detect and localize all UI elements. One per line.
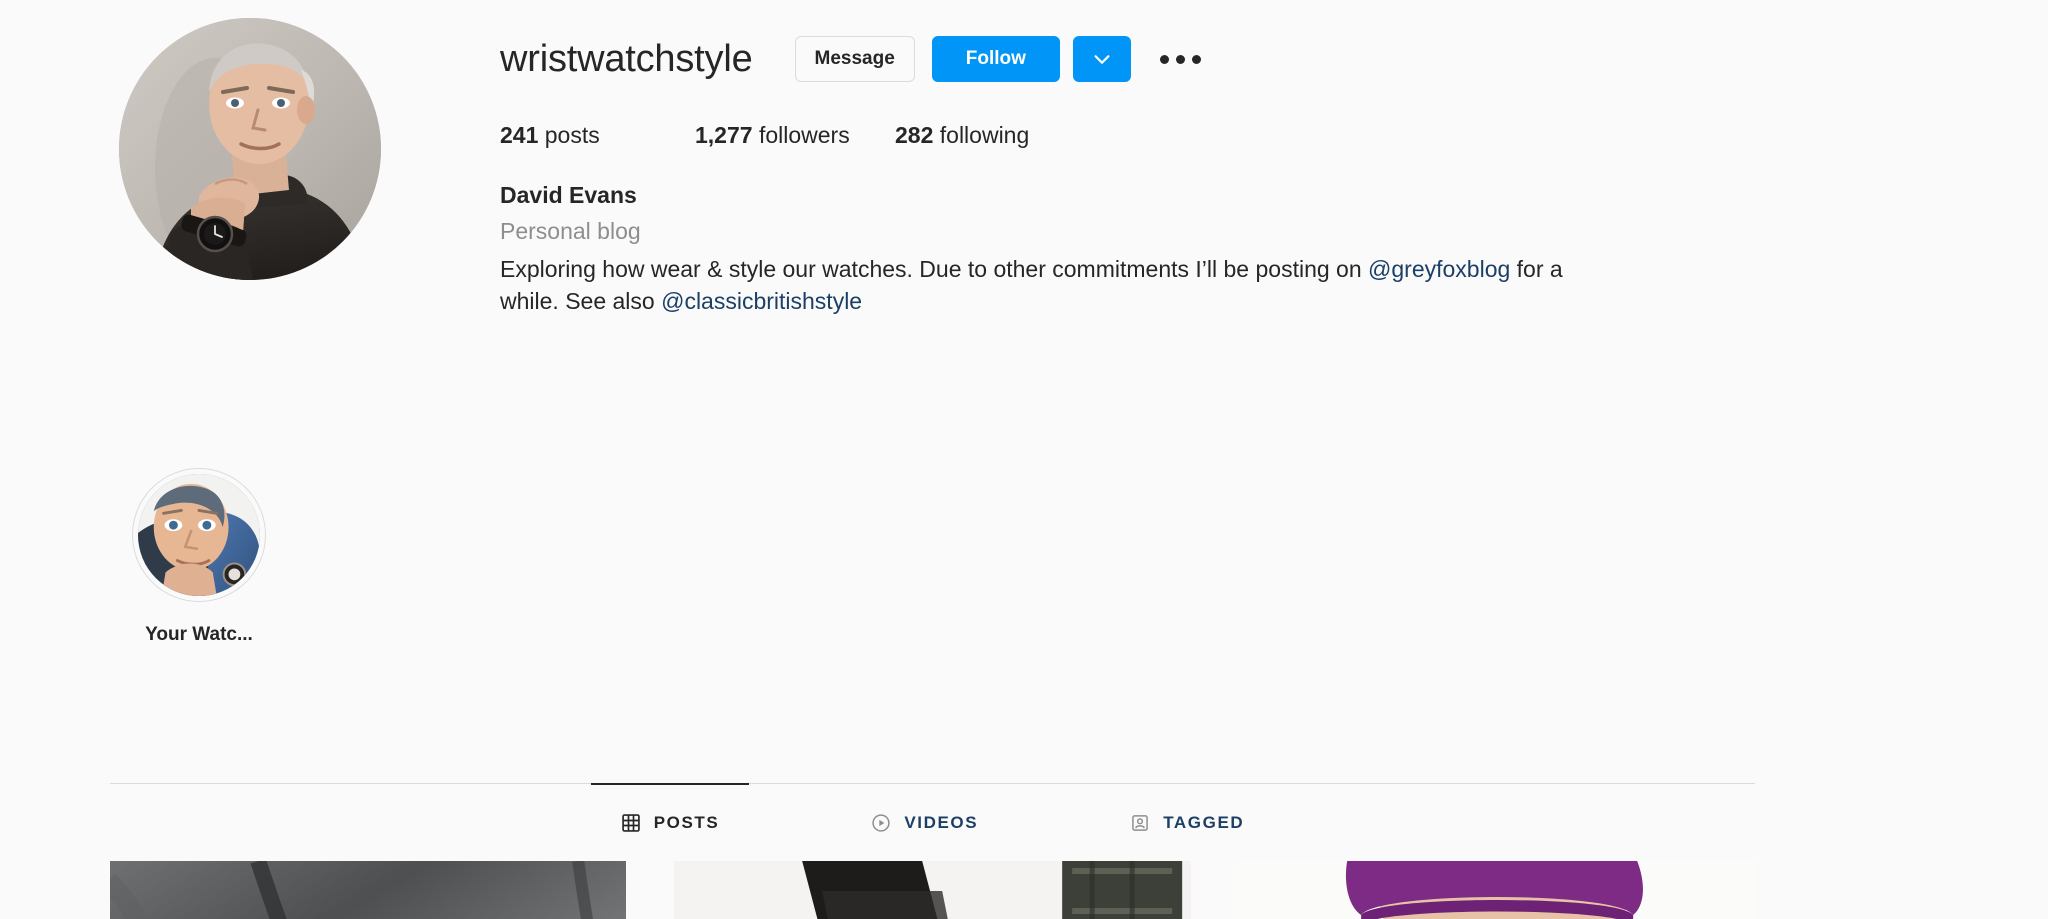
instagram-profile-page: wristwatchstyle Message Follow 241 posts… xyxy=(0,0,2048,919)
post-thumbnail-icon xyxy=(674,861,1191,919)
followers-label: followers xyxy=(758,121,850,148)
followers-count: 1,277 xyxy=(695,121,753,148)
post-tile[interactable] xyxy=(110,861,627,919)
more-options-button[interactable] xyxy=(1155,36,1207,82)
posts-count: 241 xyxy=(500,121,539,148)
tab-tagged-label: TAGGED xyxy=(1163,813,1245,832)
highlight-cover xyxy=(138,474,260,596)
highlight-cover-photo-icon xyxy=(138,474,260,596)
bio-text-part1: Exploring how wear & style our watches. … xyxy=(500,255,1369,282)
tab-posts-label: POSTS xyxy=(653,813,720,832)
story-highlights: Your Watc... xyxy=(110,468,288,646)
profile-tabs: POSTS VIDEOS TAGGED xyxy=(110,783,1755,861)
follow-options-dropdown-button[interactable] xyxy=(1072,36,1131,82)
account-category: Personal blog xyxy=(500,218,641,245)
post-thumbnail-icon xyxy=(1238,861,1755,919)
avatar-column xyxy=(0,0,500,280)
bio-mention-classicbritishstyle[interactable]: @classicbritishstyle xyxy=(661,288,862,314)
highlight-ring xyxy=(132,468,266,602)
bio-section: David Evans Personal blog Exploring how … xyxy=(500,179,1590,318)
profile-info-column: wristwatchstyle Message Follow 241 posts… xyxy=(500,0,2048,318)
tab-posts[interactable]: POSTS xyxy=(590,783,750,861)
bio-text: Exploring how wear & style our watches. … xyxy=(500,253,1590,318)
avatar-photo-icon xyxy=(119,18,381,280)
highlight-item[interactable]: Your Watc... xyxy=(110,468,288,646)
post-grid xyxy=(110,861,1755,919)
following-count: 282 xyxy=(895,121,934,148)
grid-icon xyxy=(621,814,640,832)
posts-stat[interactable]: 241 posts xyxy=(500,122,695,149)
more-dot-2 xyxy=(1176,54,1186,64)
full-name: David Evans xyxy=(500,182,637,208)
bio-mention-greyfoxblog[interactable]: @greyfoxblog xyxy=(1368,256,1510,282)
avatar[interactable] xyxy=(119,18,381,280)
stats-row: 241 posts 1,277 followers 282 following xyxy=(500,120,2048,150)
message-button[interactable]: Message xyxy=(794,36,915,82)
post-thumbnail-icon xyxy=(110,861,627,919)
followers-stat[interactable]: 1,277 followers xyxy=(695,122,895,149)
username-row: wristwatchstyle Message Follow xyxy=(500,30,2048,88)
more-dot-1 xyxy=(1160,54,1170,64)
play-circle-icon xyxy=(872,814,891,832)
following-stat[interactable]: 282 following xyxy=(895,122,1029,149)
username: wristwatchstyle xyxy=(500,38,753,80)
post-tile[interactable] xyxy=(1238,861,1755,919)
follow-button[interactable]: Follow xyxy=(931,36,1060,82)
person-badge-icon xyxy=(1132,815,1149,831)
tab-tagged[interactable]: TAGGED xyxy=(1100,783,1274,861)
following-label: following xyxy=(939,121,1030,148)
profile-header: wristwatchstyle Message Follow 241 posts… xyxy=(0,0,2048,318)
post-tile[interactable] xyxy=(674,861,1191,919)
chevron-down-icon xyxy=(1094,55,1110,64)
more-dot-3 xyxy=(1192,54,1202,64)
tab-videos[interactable]: VIDEOS xyxy=(841,783,1008,861)
highlight-label: Your Watc... xyxy=(145,624,253,645)
posts-label: posts xyxy=(544,121,600,148)
tab-videos-label: VIDEOS xyxy=(904,813,979,832)
